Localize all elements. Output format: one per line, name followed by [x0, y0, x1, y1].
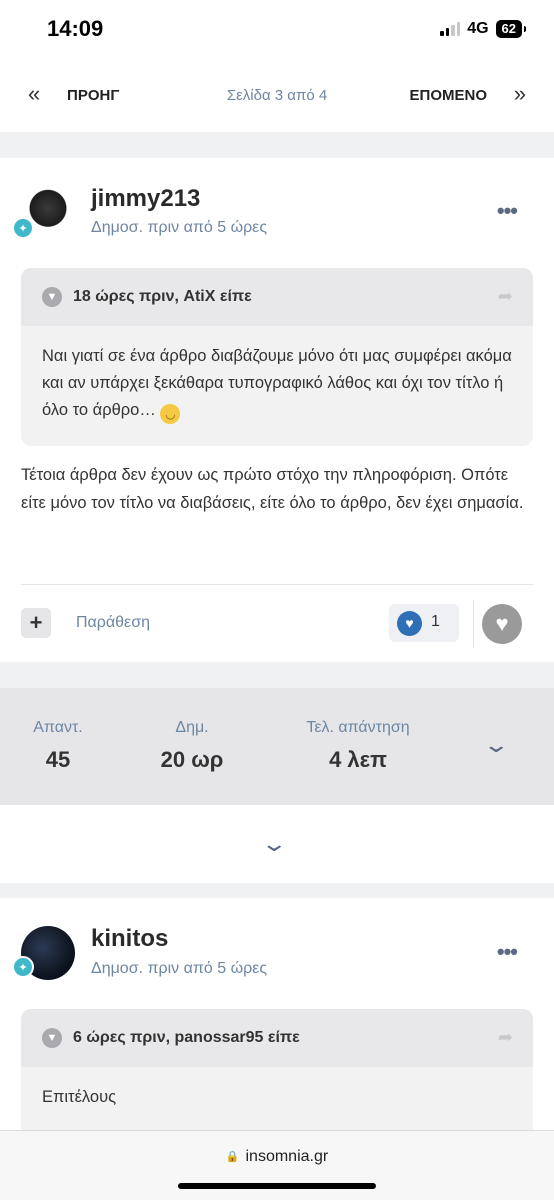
reaction-summary[interactable]: ♥ 1: [389, 604, 459, 642]
topic-stats-bar[interactable]: Απαντ. 45 Δημ. 20 ωρ Τελ. απάντηση 4 λεπ…: [0, 688, 554, 805]
quote-text: Επιτέλους: [42, 1088, 117, 1106]
post-meta[interactable]: Δημοσ. πριν από 5 ώρες: [91, 960, 267, 978]
stat-label: Δημ.: [175, 719, 209, 736]
stat-last-reply: Τελ. απάντηση 4 λεπ: [292, 719, 424, 773]
rank-badge-icon: ✦: [12, 956, 34, 978]
divider: [473, 600, 474, 648]
multiquote-plus-button[interactable]: +: [21, 608, 51, 638]
post-username[interactable]: kinitos: [91, 925, 168, 953]
chevron-down-icon[interactable]: ▼: [42, 287, 62, 307]
status-indicators: 4G 62: [440, 20, 526, 38]
signal-icon: [440, 22, 461, 36]
quote-header: ▼ 18 ώρες πριν, AtiX είπε ➦: [21, 268, 533, 326]
rank-badge-icon: ✦: [12, 217, 34, 239]
quote-citation[interactable]: 6 ώρες πριν, panossar95 είπε: [73, 1029, 300, 1047]
heart-icon: ♥: [397, 611, 422, 636]
more-horizontal-icon[interactable]: •••: [497, 198, 518, 224]
quote-body: Επιτέλους: [21, 1067, 533, 1111]
url-text: insomnia.gr: [245, 1148, 329, 1165]
stat-value: 45: [45, 747, 71, 772]
status-bar: 14:09 4G 62: [0, 0, 554, 58]
post-card: ✦ kinitos Δημοσ. πριν από 5 ώρες ••• ▼ 6…: [0, 898, 554, 1138]
post-content: Τέτοια άρθρα δεν έχουν ως πρώτο στόχο τη…: [21, 466, 524, 512]
quote-citation[interactable]: 18 ώρες πριν, AtiX είπε: [73, 288, 252, 306]
quote-header: ▼ 6 ώρες πριν, panossar95 είπε ➦: [21, 1009, 533, 1067]
lock-icon: 🔒: [225, 1151, 240, 1163]
post-username[interactable]: jimmy213: [91, 185, 200, 213]
divider: [21, 584, 533, 585]
battery-icon: [524, 26, 526, 32]
url-display[interactable]: 🔒 insomnia.gr: [0, 1148, 554, 1166]
double-chevron-right-icon[interactable]: »: [514, 83, 526, 105]
more-horizontal-icon[interactable]: •••: [497, 939, 518, 965]
chevron-down-icon[interactable]: ⌄: [482, 732, 510, 758]
stat-label: Απαντ.: [33, 719, 83, 736]
chevron-down-icon[interactable]: ▼: [42, 1028, 62, 1048]
expand-section[interactable]: ⌄: [0, 805, 554, 883]
smile-emoji-icon: ◡: [160, 404, 181, 424]
quote-button[interactable]: Παράθεση: [76, 614, 150, 632]
network-type: 4G: [467, 20, 489, 37]
stat-created: Δημ. 20 ωρ: [146, 719, 238, 773]
stat-value: 4 λεπ: [329, 747, 387, 772]
stat-replies: Απαντ. 45: [18, 719, 98, 773]
post-meta[interactable]: Δημοσ. πριν από 5 ώρες: [91, 219, 267, 237]
browser-address-bar[interactable]: 🔒 insomnia.gr: [0, 1130, 554, 1200]
stat-label: Τελ. απάντηση: [306, 719, 410, 736]
chevron-down-icon[interactable]: ⌄: [260, 831, 288, 857]
share-icon[interactable]: ➦: [498, 1027, 513, 1048]
quote-text: Ναι γιατί σε ένα άρθρο διαβάζουμε μόνο ό…: [42, 347, 512, 419]
battery-level: 62: [495, 20, 522, 38]
like-button[interactable]: ♥: [482, 604, 522, 644]
stat-value: 20 ωρ: [160, 747, 224, 772]
quote-block: ▼ 6 ώρες πριν, panossar95 είπε ➦ Επιτέλο…: [21, 1009, 533, 1138]
status-time: 14:09: [47, 16, 104, 41]
pagination: « ΠΡΟΗΓ Σελίδα 3 από 4 ΕΠΟΜΕΝΟ »: [0, 58, 554, 132]
post-card: ✦ jimmy213 Δημοσ. πριν από 5 ώρες ••• ▼ …: [0, 158, 554, 662]
share-icon[interactable]: ➦: [498, 286, 513, 307]
quote-block: ▼ 18 ώρες πριν, AtiX είπε ➦ Ναι γιατί σε…: [21, 268, 533, 446]
home-indicator[interactable]: [178, 1183, 376, 1189]
quote-body: Ναι γιατί σε ένα άρθρο διαβάζουμε μόνο ό…: [21, 326, 533, 424]
reaction-count: 1: [431, 613, 440, 630]
next-page-button[interactable]: ΕΠΟΜΕΝΟ: [409, 87, 487, 104]
